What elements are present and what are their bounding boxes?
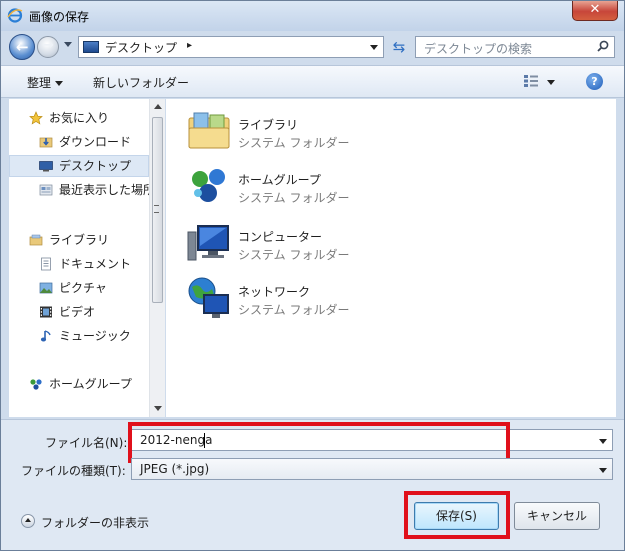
nav-libraries-label: ライブラリ	[49, 233, 110, 247]
save-image-dialog: 画像の保存 ✕ ← → デスクトップ ▸ ⇆ デスクトップの検索 整理 新しいフ…	[0, 0, 625, 551]
list-item-homegroup[interactable]: ホームグループ システム フォルダー	[186, 159, 446, 211]
item-name: ネットワーク	[238, 285, 311, 299]
breadcrumb-desktop[interactable]: デスクトップ	[105, 39, 177, 56]
libraries-folder-icon	[188, 112, 230, 149]
video-film-icon	[40, 306, 52, 318]
breadcrumb-chevron-icon[interactable]: ▸	[187, 40, 192, 51]
nav-homegroup-label: ホームグループ	[49, 377, 132, 391]
filename-dropdown-icon[interactable]	[599, 439, 607, 444]
file-list-pane: ライブラリ システム フォルダー ホームグループ システム フォルダー コンピュ…	[166, 99, 616, 417]
new-folder-button[interactable]: 新しいフォルダー	[93, 74, 189, 91]
filetype-dropdown-icon[interactable]	[599, 468, 607, 473]
cancel-button[interactable]: キャンセル	[514, 502, 600, 530]
nav-favorites-label: お気に入り	[49, 111, 110, 125]
filetype-select[interactable]: JPEG (*.jpg)	[131, 458, 613, 480]
homegroup-large-icon	[192, 169, 225, 202]
change-view-icon[interactable]	[523, 74, 539, 88]
item-name: コンピューター	[238, 230, 323, 244]
internet-explorer-icon	[7, 8, 23, 23]
filetype-value: JPEG (*.jpg)	[140, 462, 210, 476]
document-icon	[41, 257, 51, 271]
downloads-folder-icon	[39, 137, 53, 148]
recent-pages-dropdown-icon[interactable]	[64, 42, 72, 47]
libraries-icon	[29, 234, 43, 246]
back-arrow-icon: ←	[16, 38, 29, 56]
nav-desktop-label: デスクトップ	[59, 159, 132, 173]
nav-downloads-label: ダウンロード	[59, 135, 132, 149]
organize-dropdown-icon	[55, 81, 64, 86]
nav-music-label: ミュージック	[59, 329, 131, 343]
list-item-network[interactable]: ネットワーク システム フォルダー	[186, 271, 446, 323]
close-button[interactable]: ✕	[572, 1, 618, 21]
item-type: システム フォルダー	[238, 136, 350, 150]
nav-recent-label: 最近表示した場所	[59, 183, 156, 197]
item-type: システム フォルダー	[238, 248, 350, 262]
window-title: 画像の保存	[29, 10, 90, 24]
nav-documents-label: ドキュメント	[59, 257, 132, 271]
computer-icon	[187, 225, 229, 261]
search-icon[interactable]	[597, 40, 609, 52]
scroll-down-arrow-icon[interactable]	[154, 406, 162, 411]
refresh-button[interactable]: ⇆	[387, 36, 411, 58]
search-input[interactable]: デスクトップの検索	[415, 36, 615, 58]
scroll-up-arrow-icon[interactable]	[154, 104, 162, 109]
star-icon	[29, 111, 43, 125]
pictures-icon	[39, 282, 53, 294]
command-bar: 整理 新しいフォルダー ?	[1, 65, 624, 98]
address-row: ← → デスクトップ ▸ ⇆ デスクトップの検索	[1, 31, 624, 63]
item-name: ライブラリ	[238, 118, 299, 132]
desktop-icon	[83, 41, 99, 53]
navigation-scrollbar[interactable]	[149, 99, 165, 417]
back-button[interactable]: ←	[9, 34, 35, 60]
scroll-grip-icon	[154, 205, 159, 213]
filename-highlight-box	[128, 422, 510, 463]
list-item-computer[interactable]: コンピューター システム フォルダー	[186, 216, 446, 268]
homegroup-icon	[30, 379, 42, 390]
item-type: システム フォルダー	[238, 303, 350, 317]
navigation-pane: お気に入り ダウンロード デスクトップ 最近表示した場所 ライブラリ ドキュメン…	[9, 99, 165, 417]
address-bar[interactable]: デスクトップ ▸	[78, 36, 384, 58]
view-dropdown-icon[interactable]	[547, 80, 555, 85]
list-item-libraries[interactable]: ライブラリ システム フォルダー	[186, 104, 446, 156]
item-name: ホームグループ	[238, 173, 321, 187]
network-globe-icon	[188, 277, 229, 318]
title-bar[interactable]: 画像の保存 ✕	[1, 1, 624, 31]
nav-pictures-label: ピクチャ	[59, 281, 107, 295]
forward-button[interactable]: →	[37, 36, 59, 58]
address-dropdown-icon[interactable]	[370, 45, 378, 50]
save-options-area: ファイル名(N): 2012-nenga ファイルの種類(T): JPEG (*…	[1, 419, 624, 550]
search-placeholder: デスクトップの検索	[424, 42, 533, 56]
help-button[interactable]: ?	[586, 73, 603, 90]
forward-arrow-icon: →	[43, 38, 54, 53]
organize-menu[interactable]: 整理	[27, 74, 64, 91]
nav-videos-label: ビデオ	[59, 305, 96, 319]
save-highlight-box	[404, 491, 510, 539]
music-note-icon	[40, 330, 51, 342]
recent-places-icon	[39, 184, 53, 196]
filetype-label: ファイルの種類(T):	[21, 464, 126, 478]
filename-label: ファイル名(N):	[45, 436, 128, 450]
hide-folders-label: フォルダーの非表示	[41, 516, 150, 530]
organize-label: 整理	[27, 76, 52, 90]
item-type: システム フォルダー	[238, 191, 350, 205]
desktop-monitor-icon	[39, 161, 53, 172]
collapse-arrow-icon	[21, 514, 35, 528]
